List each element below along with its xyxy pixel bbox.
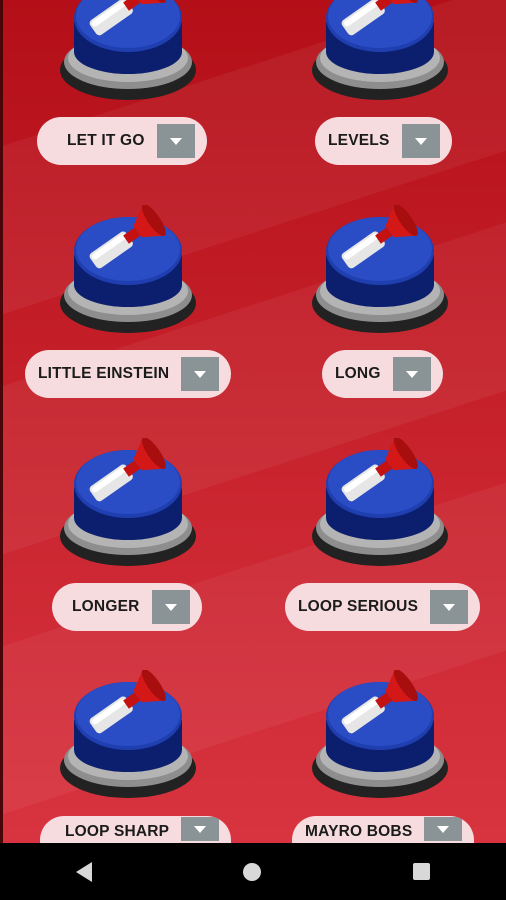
dropdown-button[interactable] — [181, 357, 220, 391]
sound-label-pill[interactable]: LONGER — [52, 583, 202, 631]
air-horn-button-icon — [58, 0, 198, 102]
air-horn-button-icon — [310, 670, 450, 800]
air-horn-button-icon — [310, 0, 450, 102]
sound-label: LEVELS — [328, 132, 390, 149]
air-horn-button-icon — [58, 205, 198, 335]
sound-label-pill[interactable]: LET IT GO — [37, 117, 207, 165]
chevron-down-icon — [164, 603, 177, 611]
sound-button-levels[interactable] — [310, 0, 450, 102]
dropdown-button[interactable] — [430, 590, 469, 624]
sound-label: LOOP SHARP — [65, 823, 170, 840]
sound-button-loop-sharp[interactable] — [58, 670, 198, 800]
dropdown-button[interactable] — [392, 357, 431, 391]
sound-label-pill[interactable]: LOOP SHARP — [40, 816, 232, 843]
sound-label-pill[interactable]: LITTLE EINSTEIN — [25, 350, 232, 398]
air-horn-button-icon — [310, 205, 450, 335]
dropdown-button[interactable] — [181, 817, 220, 841]
chevron-down-icon — [169, 137, 182, 145]
home-circle-icon[interactable] — [243, 862, 262, 881]
sound-button-let-it-go[interactable] — [58, 0, 198, 102]
chevron-down-icon — [414, 137, 427, 145]
dropdown-button[interactable] — [151, 590, 190, 624]
sound-button-longer[interactable] — [58, 438, 198, 568]
sound-button-long[interactable] — [310, 205, 450, 335]
sound-label-pill[interactable]: LEVELS — [315, 117, 452, 165]
sound-button-grid: LET IT GO LEVELS LITTLE EINSTEIN LONG LO… — [0, 0, 506, 843]
sound-label: LOOP SERIOUS — [298, 598, 419, 615]
sound-label: MAYRO BOBS — [305, 823, 413, 840]
dropdown-button[interactable] — [401, 124, 440, 158]
sound-label: LET IT GO — [67, 132, 145, 149]
chevron-down-icon — [437, 825, 450, 833]
dropdown-button[interactable] — [156, 124, 195, 158]
chevron-down-icon — [194, 825, 207, 833]
sound-label-pill[interactable]: LONG — [322, 350, 443, 398]
sound-button-mayro-bobs[interactable] — [310, 670, 450, 800]
sound-label: LONGER — [72, 598, 140, 615]
sound-label-pill[interactable]: LOOP SERIOUS — [285, 583, 481, 631]
dropdown-button[interactable] — [424, 817, 463, 841]
air-horn-button-icon — [58, 438, 198, 568]
air-horn-button-icon — [310, 438, 450, 568]
chevron-down-icon — [443, 603, 456, 611]
recent-apps-square-icon[interactable] — [413, 863, 431, 880]
air-horn-button-icon — [58, 670, 198, 800]
sound-label-pill[interactable]: MAYRO BOBS — [292, 816, 475, 843]
sound-button-little-einstein[interactable] — [58, 205, 198, 335]
sound-label: LONG — [335, 365, 381, 382]
chevron-down-icon — [405, 370, 418, 378]
back-triangle-icon[interactable] — [75, 861, 92, 882]
navigation-bar — [0, 843, 506, 900]
sound-label: LITTLE EINSTEIN — [38, 365, 170, 382]
chevron-down-icon — [194, 370, 207, 378]
sound-button-loop-serious[interactable] — [310, 438, 450, 568]
